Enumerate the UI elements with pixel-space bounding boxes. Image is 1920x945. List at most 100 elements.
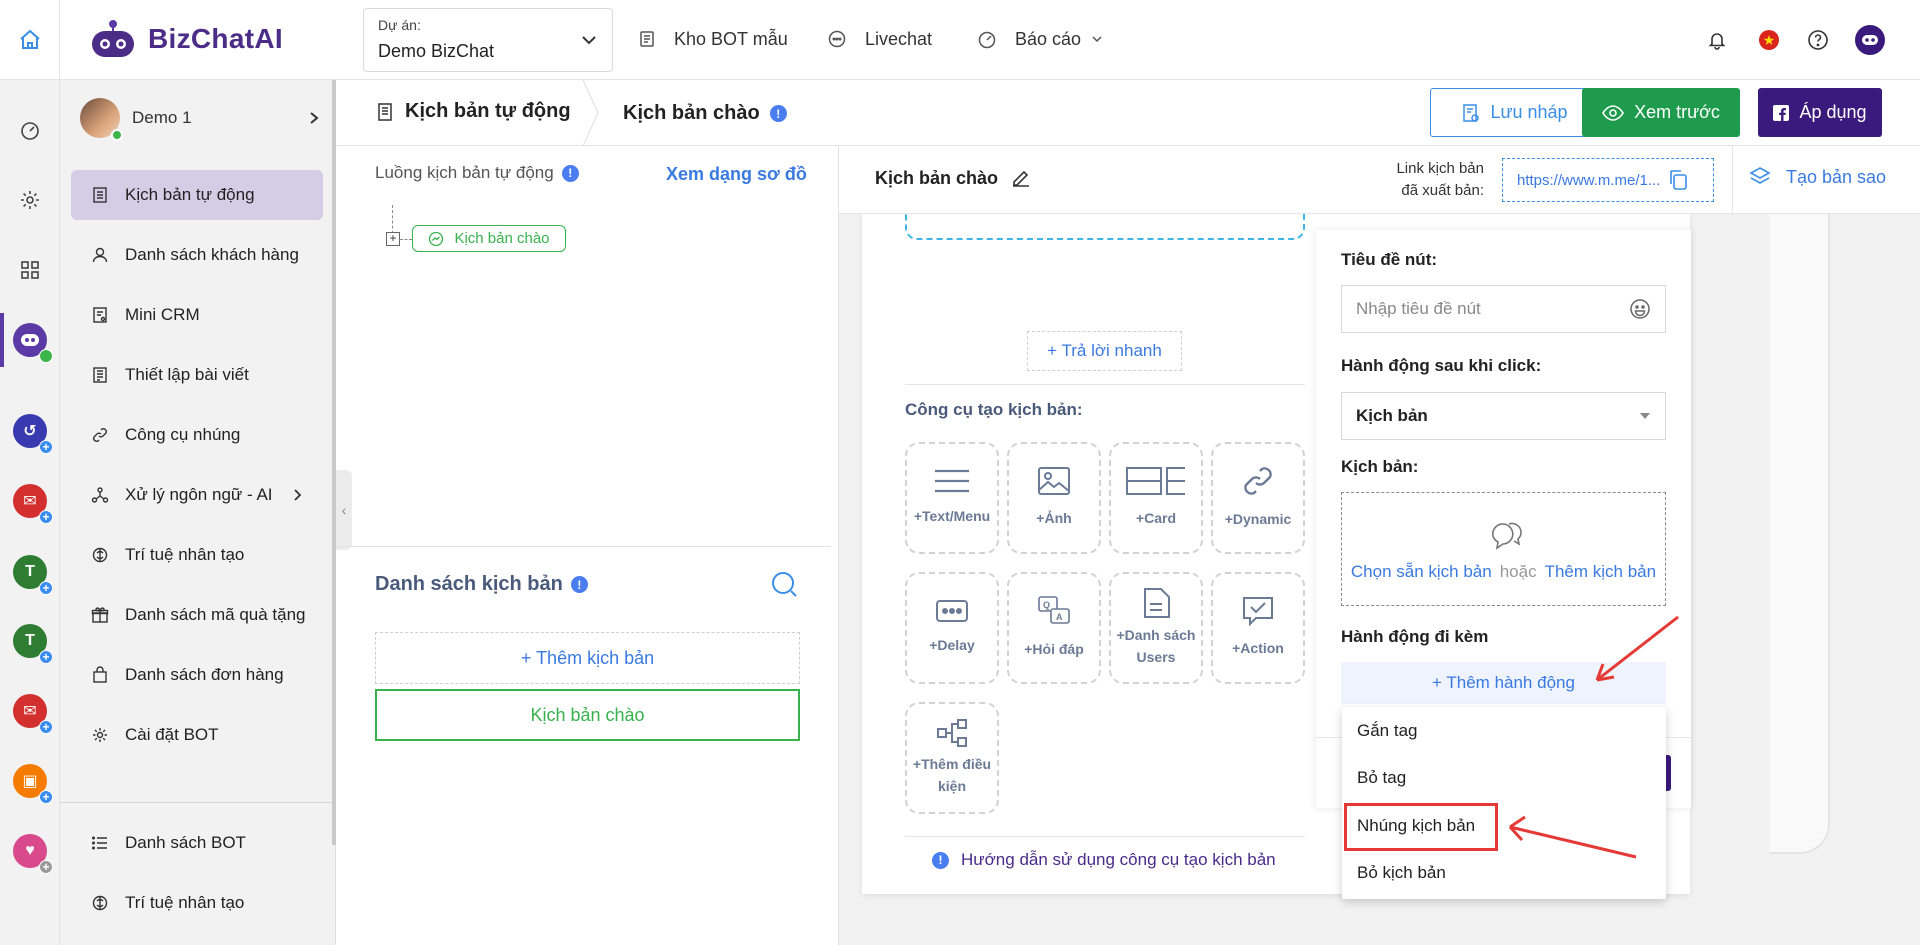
sidebar-item-customers[interactable]: Danh sách khách hàng: [71, 230, 323, 280]
click-action-label: Hành động sau khi click:: [1341, 356, 1542, 375]
script-icon: [93, 187, 107, 203]
button-label: Tạo bản sao: [1786, 166, 1887, 187]
button-title-input[interactable]: Nhập tiêu đề nút: [1341, 285, 1666, 333]
tool-user-list[interactable]: +Danh sách Users: [1109, 572, 1203, 684]
published-link-field[interactable]: https://www.m.me/1...: [1502, 158, 1714, 202]
nav-livechat[interactable]: Livechat: [827, 24, 932, 54]
bot-name: Demo 1: [132, 108, 192, 127]
breadcrumb-label: Kịch bản tự động: [405, 100, 571, 122]
chat-bubbles-icon: [1491, 522, 1522, 550]
flow-node-greeting[interactable]: Kịch bản chào: [412, 225, 566, 252]
help-button[interactable]: [1804, 26, 1832, 54]
breadcrumb-auto-script[interactable]: Kịch bản tự động: [375, 100, 571, 123]
rail-app-2[interactable]: ✉ +: [13, 484, 53, 524]
menu-item-remove-tag[interactable]: Bỏ tag: [1342, 754, 1666, 801]
sidebar-item-label: Mini CRM: [125, 305, 200, 324]
quick-reply-button[interactable]: + Trả lời nhanh: [1027, 331, 1182, 371]
info-icon[interactable]: !: [561, 164, 579, 182]
account-avatar[interactable]: [1854, 24, 1886, 56]
button-label: Xem trước: [1634, 102, 1720, 122]
sidebar-item-bot-settings[interactable]: Cài đặt BOT: [71, 710, 323, 760]
chevron-right-icon: [294, 489, 302, 501]
rail-app-5[interactable]: ✉ +: [13, 694, 53, 734]
sidebar-item-orders[interactable]: Danh sách đơn hàng: [71, 650, 323, 700]
apply-button[interactable]: Áp dụng: [1758, 88, 1882, 137]
vietnam-flag-icon: [1759, 30, 1779, 50]
tool-delay[interactable]: +Delay: [905, 572, 999, 684]
add-badge: +: [39, 720, 53, 734]
tool-action[interactable]: +Action: [1211, 572, 1305, 684]
info-icon[interactable]: !: [570, 576, 588, 593]
rail-dashboard[interactable]: [10, 110, 50, 150]
rail-app-6[interactable]: ▣ +: [13, 764, 53, 804]
bag-icon: [93, 666, 107, 683]
home-button[interactable]: [0, 0, 60, 80]
add-action-button[interactable]: + Thêm hành động: [1341, 662, 1666, 704]
tool-label: +Card: [1135, 510, 1177, 526]
brand-logo[interactable]: BizChatAI: [88, 14, 283, 64]
menu-item-remove-script[interactable]: Bỏ kịch bản: [1342, 849, 1666, 896]
add-badge: +: [39, 650, 53, 664]
rail-app-4[interactable]: T +: [13, 624, 53, 664]
project-select[interactable]: Dự án: Demo BizChat: [363, 8, 613, 72]
add-script-button[interactable]: + Thêm kịch bản: [375, 632, 800, 684]
tool-image[interactable]: +Ảnh: [1007, 442, 1101, 554]
rail-settings[interactable]: [10, 180, 50, 220]
edit-icon[interactable]: [1010, 167, 1032, 189]
button-label: Lưu nháp: [1490, 102, 1568, 122]
flow-title-label: Luồng kịch bản tự động: [375, 163, 554, 182]
tool-qa[interactable]: QA +Hỏi đáp: [1007, 572, 1101, 684]
delay-icon: [936, 600, 968, 622]
choose-script-link[interactable]: Chọn sẵn kịch bản: [1351, 562, 1492, 582]
avatar-icon: [1855, 25, 1885, 55]
tool-condition[interactable]: +Thêm điều kiện: [905, 702, 999, 814]
tool-text-menu[interactable]: +Text/Menu: [905, 442, 999, 554]
editor-title: Kịch bản chào: [875, 167, 1032, 189]
sidebar-item-embed-tools[interactable]: Công cụ nhúng: [71, 410, 323, 460]
add-script-link[interactable]: Thêm kịch bản: [1545, 562, 1657, 582]
view-diagram-link[interactable]: Xem dạng sơ đồ: [666, 164, 807, 185]
info-icon[interactable]: !: [769, 105, 787, 122]
annotation-highlight-box: [1344, 803, 1498, 851]
rail-app-7[interactable]: ♥ +: [13, 834, 53, 874]
tool-label: +Text/Menu: [913, 508, 991, 524]
sidebar-item-label: Danh sách đơn hàng: [125, 665, 284, 684]
rail-bot-bizchat[interactable]: [13, 323, 53, 363]
save-draft-button[interactable]: Lưu nháp: [1430, 88, 1600, 137]
menu-item-add-tag[interactable]: Gắn tag: [1342, 707, 1666, 754]
sidebar-item-gift-codes[interactable]: Danh sách mã quà tặng: [71, 590, 323, 640]
tool-guide-link[interactable]: ! Hướng dẫn sử dụng công cụ tạo kịch bản: [932, 850, 1276, 870]
tool-guide-label: Hướng dẫn sử dụng công cụ tạo kịch bản: [961, 850, 1276, 869]
text-menu-icon: [935, 469, 969, 493]
sidebar-item-ai-bottom[interactable]: Trí tuệ nhân tạo: [71, 878, 323, 928]
collapse-sidebar-handle[interactable]: ‹: [336, 470, 352, 550]
sidebar-item-auto-script[interactable]: Kịch bản tự động: [71, 170, 323, 220]
expand-node-button[interactable]: +: [386, 232, 400, 246]
copy-icon[interactable]: [1668, 169, 1688, 191]
preview-button[interactable]: Xem trước: [1582, 88, 1740, 137]
sidebar-item-posts[interactable]: Thiết lập bài viết: [71, 350, 323, 400]
emoji-icon[interactable]: [1629, 298, 1651, 320]
caret-down-icon: [1640, 413, 1650, 419]
nav-bot-templates[interactable]: Kho BOT mẫu: [638, 24, 788, 54]
tool-card[interactable]: +Card: [1109, 442, 1203, 554]
sidebar-scrollbar[interactable]: [332, 80, 336, 845]
sidebar-item-ai[interactable]: Trí tuệ nhân tạo: [71, 530, 323, 580]
click-action-select[interactable]: Kịch bản: [1341, 392, 1666, 440]
user-list-icon: [1144, 588, 1170, 618]
notifications-button[interactable]: [1703, 26, 1731, 54]
script-list-item[interactable]: Kịch bản chào: [375, 689, 800, 741]
chevron-down-icon: [582, 36, 596, 45]
sidebar-item-bot-list[interactable]: Danh sách BOT: [71, 818, 323, 868]
rail-app-3[interactable]: T +: [13, 555, 53, 595]
nav-reports[interactable]: Báo cáo: [977, 24, 1103, 54]
language-button[interactable]: [1755, 26, 1783, 54]
rail-app-1[interactable]: ↺ +: [13, 414, 53, 454]
bot-user-row[interactable]: Demo 1: [80, 95, 330, 141]
rail-apps[interactable]: [10, 250, 50, 290]
duplicate-script-button[interactable]: Tạo bản sao: [1748, 165, 1886, 189]
search-icon[interactable]: [770, 570, 798, 598]
tool-dynamic[interactable]: +Dynamic: [1211, 442, 1305, 554]
sidebar-item-nlp-ai[interactable]: Xử lý ngôn ngữ - AI: [71, 470, 323, 520]
sidebar-item-mini-crm[interactable]: Mini CRM: [71, 290, 323, 340]
